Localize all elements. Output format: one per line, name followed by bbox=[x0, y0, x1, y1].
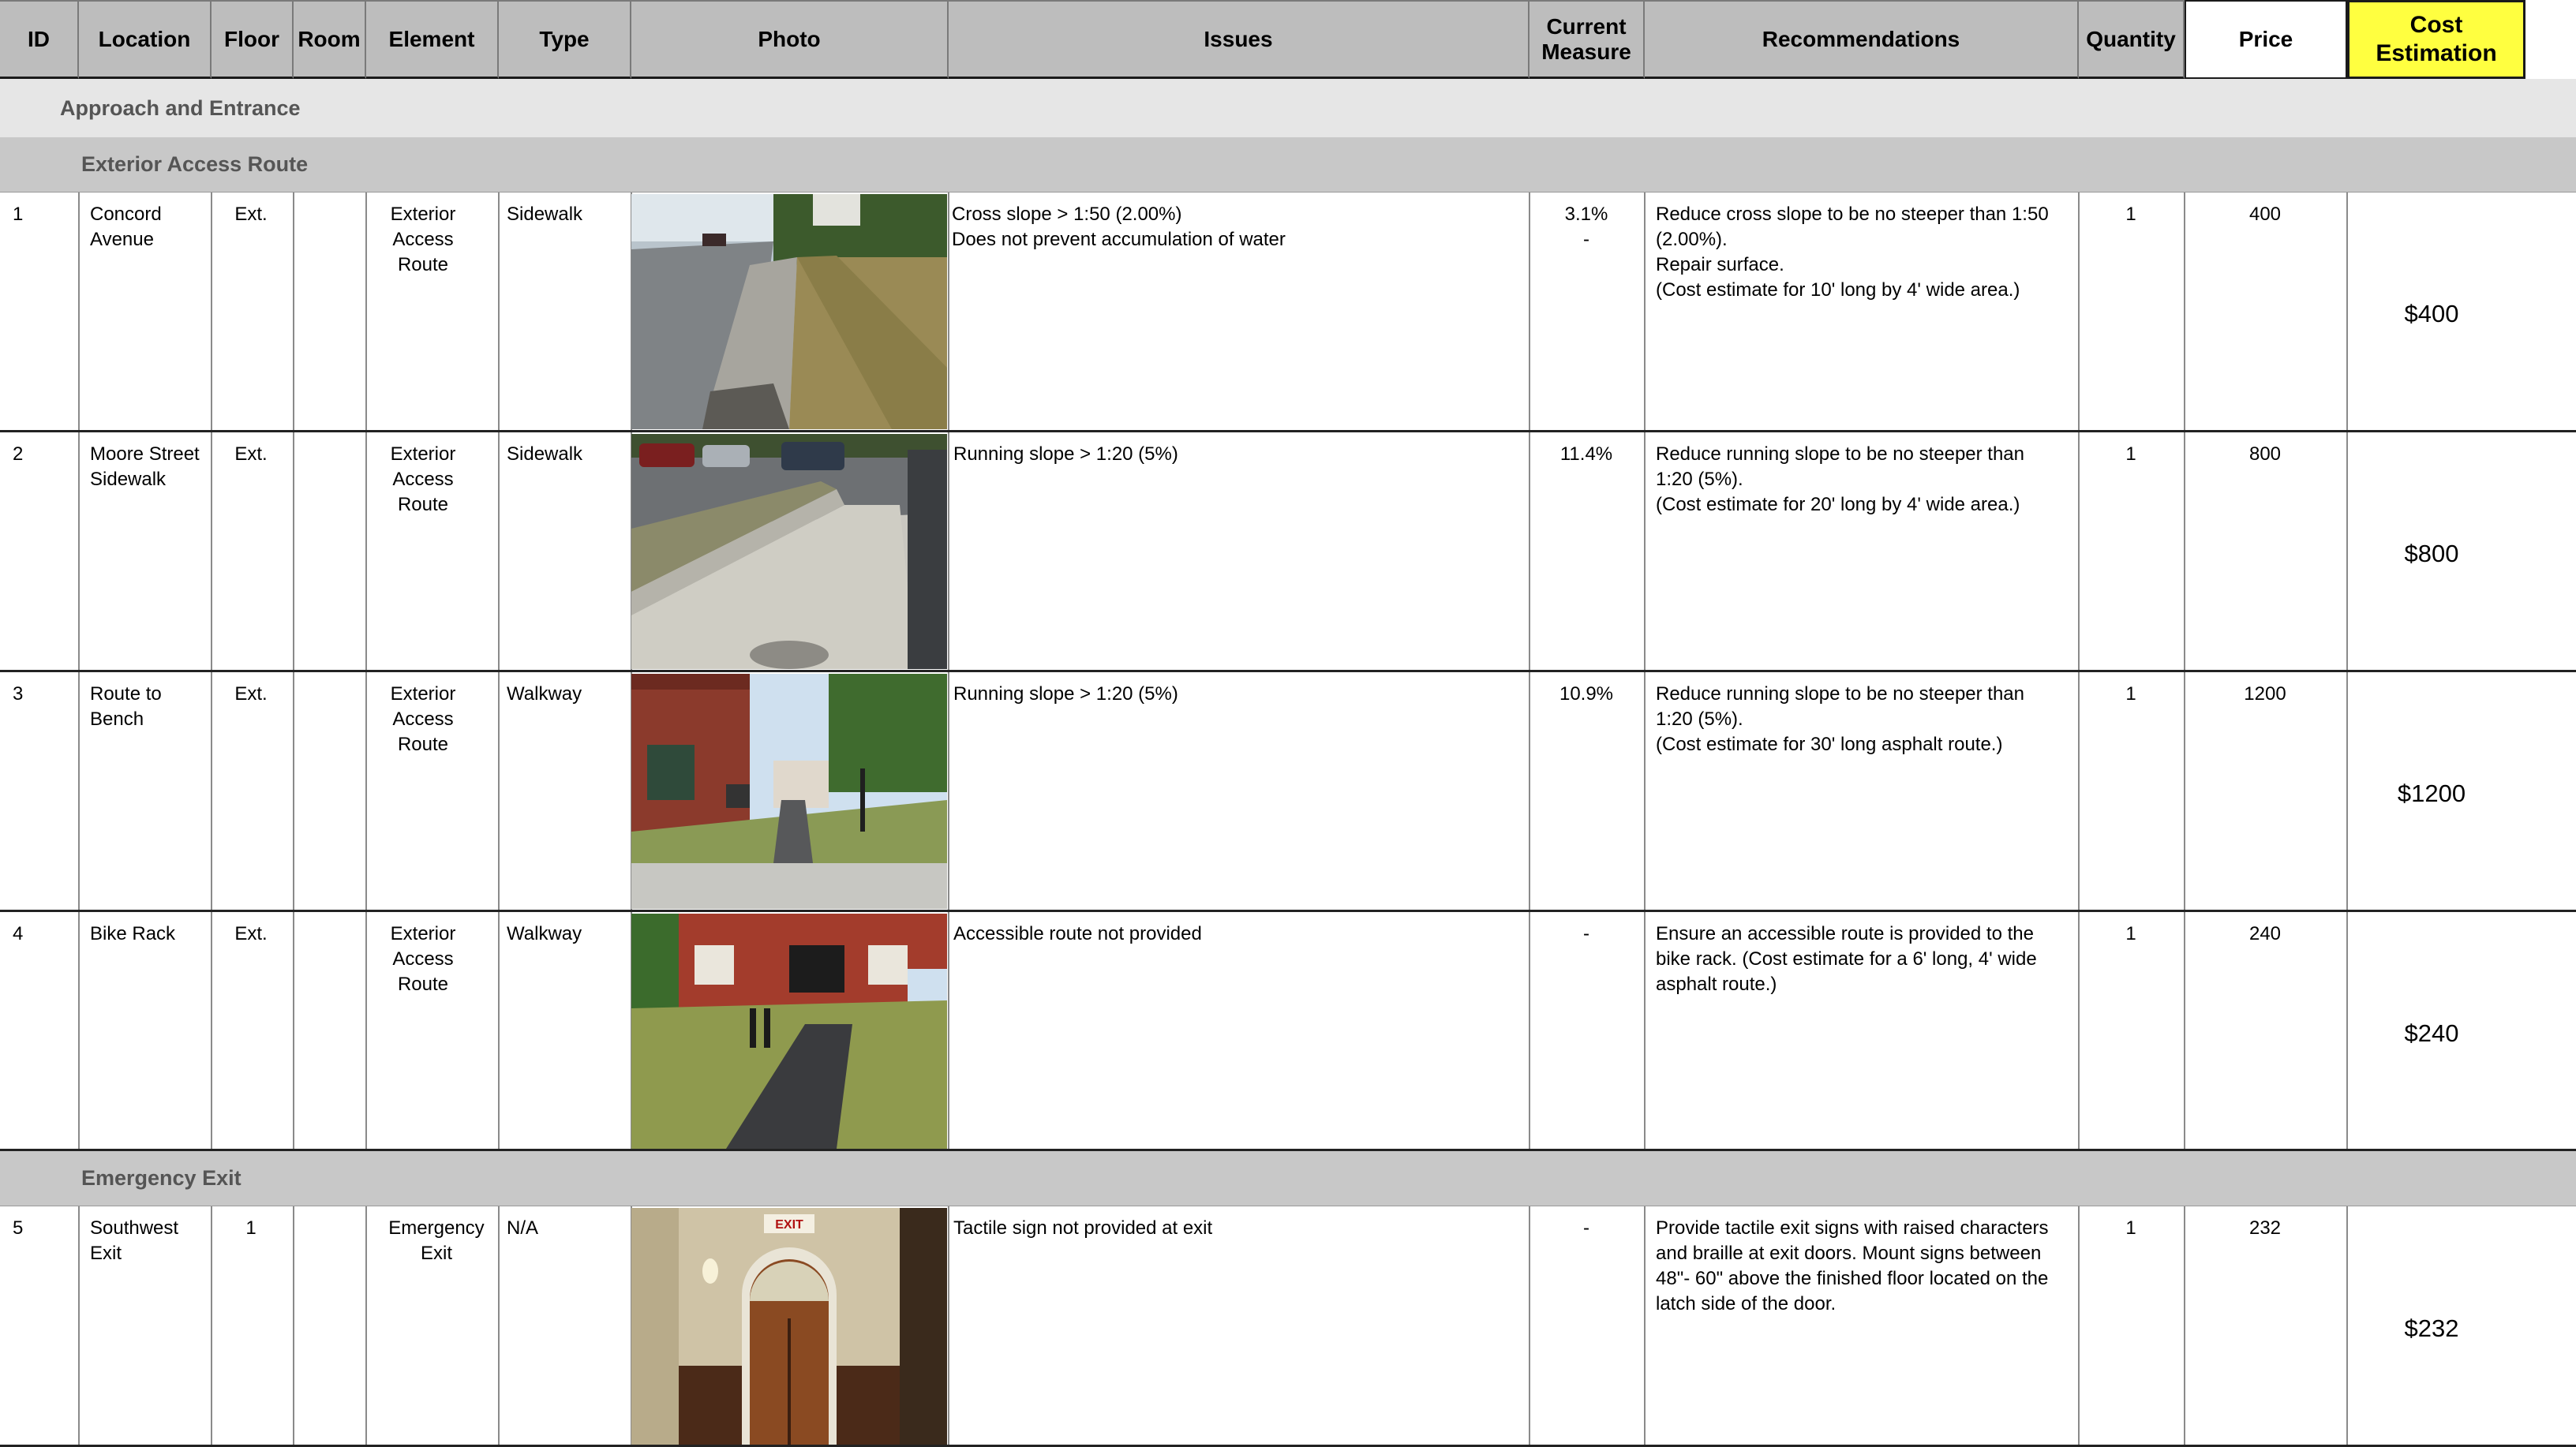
cell-type: Walkway bbox=[507, 923, 582, 944]
cell-cost-estimation: $232 bbox=[2404, 1314, 2459, 1342]
cell-cost-estimation: $240 bbox=[2404, 1019, 2459, 1047]
photo-route-to-bench bbox=[631, 674, 947, 909]
photo-sidewalk-concord bbox=[631, 194, 947, 429]
cell-id: 4 bbox=[13, 923, 24, 944]
row-separator bbox=[0, 670, 2576, 672]
cell-id: 5 bbox=[13, 1217, 24, 1239]
cell-cost-estimation: $800 bbox=[2404, 540, 2459, 567]
cell-issues: Running slope > 1:20 (5%) bbox=[953, 443, 1178, 465]
cell-id: 1 bbox=[13, 204, 24, 225]
cell-location: Concord Avenue bbox=[90, 204, 162, 250]
cell-floor: Ext. bbox=[234, 443, 268, 465]
cell-id: 2 bbox=[13, 443, 24, 465]
header-floor: Floor bbox=[212, 0, 294, 79]
header-quantity: Quantity bbox=[2079, 0, 2185, 79]
cell-cost-estimation: $1200 bbox=[2397, 780, 2466, 807]
group-title-exterior-access-route: Exterior Access Route bbox=[0, 137, 2576, 193]
cell-location: Bike Rack bbox=[90, 923, 176, 944]
accessibility-report-sheet: ID Location Floor Room Element Type Phot… bbox=[0, 0, 2576, 1447]
cell-element: Exterior Access Route bbox=[390, 683, 456, 755]
cell-element: Exterior Access Route bbox=[390, 923, 456, 995]
cell-type: N/A bbox=[507, 1217, 539, 1239]
cell-price: 1200 bbox=[2244, 683, 2286, 705]
cell-price: 232 bbox=[2248, 1217, 2282, 1239]
cell-recommendations: Reduce cross slope to be no steeper than… bbox=[1656, 204, 2049, 301]
cell-issues: Running slope > 1:20 (5%) bbox=[953, 683, 1178, 705]
cell-quantity: 1 bbox=[2125, 1217, 2136, 1239]
header-location: Location bbox=[79, 0, 212, 79]
cell-cost-estimation: $400 bbox=[2404, 300, 2459, 327]
cell-recommendations: Reduce running slope to be no steeper th… bbox=[1656, 443, 2025, 515]
exit-sign-text: EXIT bbox=[775, 1218, 803, 1232]
header-element: Element bbox=[366, 0, 499, 79]
header-issues: Issues bbox=[949, 0, 1530, 79]
cell-quantity: 1 bbox=[2125, 683, 2136, 705]
grid-line bbox=[293, 1206, 294, 1447]
header-cost-estimation: Cost Estimation bbox=[2347, 0, 2525, 79]
grid-line bbox=[1529, 1206, 1530, 1447]
grid-line bbox=[2078, 1206, 2080, 1447]
header-id: ID bbox=[0, 0, 79, 79]
grid-line bbox=[498, 1206, 500, 1447]
cell-floor: Ext. bbox=[234, 923, 268, 944]
grid-line bbox=[211, 1206, 212, 1447]
cell-recommendations: Reduce running slope to be no steeper th… bbox=[1656, 683, 2025, 755]
cell-floor: Ext. bbox=[234, 204, 268, 225]
grid-line bbox=[2184, 1206, 2185, 1447]
cell-current-measure: - bbox=[1583, 923, 1589, 944]
cell-quantity: 1 bbox=[2125, 204, 2136, 225]
cell-location: Route to Bench bbox=[90, 683, 162, 730]
section-title: Approach and Entrance bbox=[0, 79, 2576, 137]
cell-price: 400 bbox=[2248, 204, 2282, 225]
grid-line bbox=[365, 1206, 367, 1447]
cell-location: Moore Street Sidewalk bbox=[90, 443, 200, 490]
photo-southwest-exit: EXIT bbox=[631, 1208, 947, 1445]
cell-issues: Tactile sign not provided at exit bbox=[953, 1217, 1213, 1239]
header-price: Price bbox=[2185, 0, 2347, 79]
cell-element: Emergency Exit bbox=[388, 1217, 485, 1264]
photo-sidewalk-moore bbox=[631, 434, 947, 669]
cell-recommendations: Ensure an accessible route is provided t… bbox=[1656, 923, 2037, 995]
grid-line bbox=[948, 1206, 949, 1447]
header-recommendations: Recommendations bbox=[1645, 0, 2079, 79]
row-separator bbox=[0, 910, 2576, 912]
cell-issues: Cross slope > 1:50 (2.00%) Does not prev… bbox=[952, 204, 1286, 250]
cell-current-measure: 11.4% bbox=[1559, 443, 1613, 465]
cell-floor: Ext. bbox=[234, 683, 268, 705]
cell-current-measure: - bbox=[1583, 1217, 1589, 1239]
cell-type: Walkway bbox=[507, 683, 582, 705]
grid-line bbox=[78, 1206, 80, 1447]
cell-id: 3 bbox=[13, 683, 24, 705]
cell-element: Exterior Access Route bbox=[390, 204, 456, 275]
cell-recommendations: Provide tactile exit signs with raised c… bbox=[1656, 1217, 2049, 1314]
cell-type: Sidewalk bbox=[507, 443, 583, 465]
cell-floor: 1 bbox=[245, 1217, 256, 1239]
cell-price: 240 bbox=[2248, 923, 2282, 944]
cell-location: Southwest Exit bbox=[90, 1217, 179, 1264]
row-separator bbox=[0, 430, 2576, 432]
header-photo: Photo bbox=[631, 0, 949, 79]
cell-quantity: 1 bbox=[2125, 923, 2136, 944]
cell-price: 800 bbox=[2248, 443, 2282, 465]
header-current-measure: Current Measure bbox=[1530, 0, 1645, 79]
group-title-emergency-exit: Emergency Exit bbox=[0, 1151, 2576, 1206]
header-type: Type bbox=[499, 0, 631, 79]
cell-type: Sidewalk bbox=[507, 204, 583, 225]
grid-line bbox=[1644, 1206, 1646, 1447]
photo-bike-rack bbox=[631, 914, 947, 1149]
cell-issues: Accessible route not provided bbox=[953, 923, 1202, 944]
cell-element: Exterior Access Route bbox=[390, 443, 456, 515]
cell-current-measure: 3.1% - bbox=[1564, 204, 1608, 250]
cell-quantity: 1 bbox=[2125, 443, 2136, 465]
header-room: Room bbox=[294, 0, 366, 79]
cell-current-measure: 10.9% bbox=[1559, 683, 1614, 705]
